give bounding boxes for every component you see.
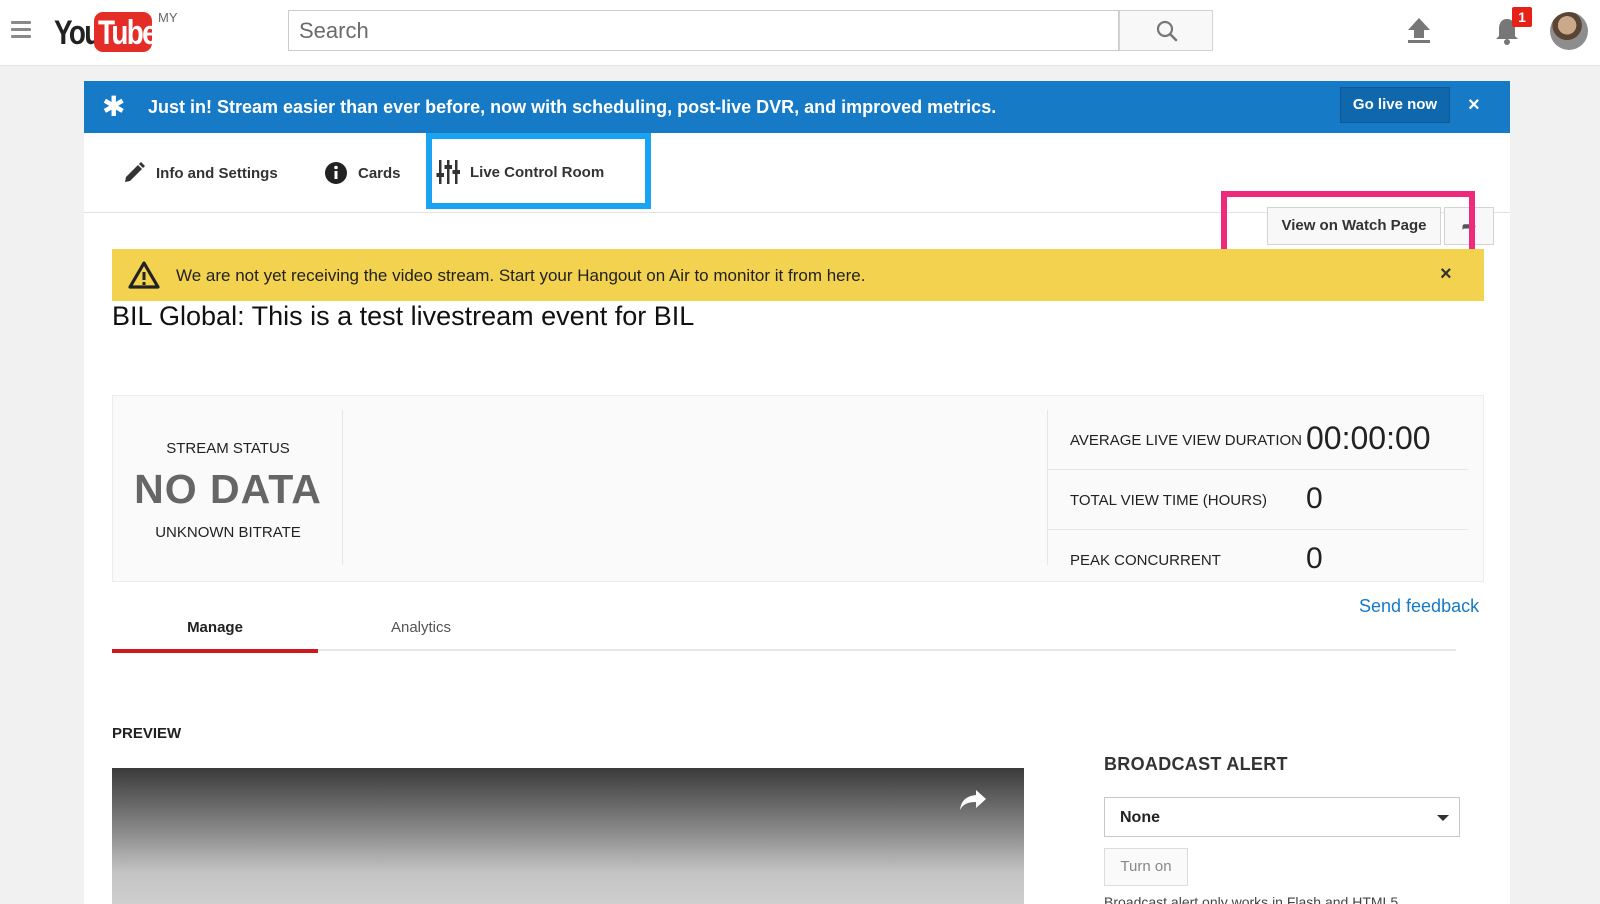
broadcast-alert-select[interactable]: None — [1104, 797, 1460, 837]
tab-info-label: Info and Settings — [156, 164, 278, 182]
stream-warning-bar: We are not yet receiving the video strea… — [112, 249, 1484, 301]
stream-metrics: AVERAGE LIVE VIEW DURATION 00:00:00 TOTA… — [1047, 410, 1468, 575]
search-button[interactable] — [1119, 10, 1213, 51]
metric-value: 00:00:00 — [1306, 420, 1431, 456]
stream-status-block: STREAM STATUS NO DATA UNKNOWN BITRATE — [113, 410, 343, 565]
tab-cards-label: Cards — [358, 164, 401, 182]
stream-stats-panel: STREAM STATUS NO DATA UNKNOWN BITRATE AV… — [112, 395, 1484, 582]
metric-total-view-time: TOTAL VIEW TIME (HOURS) 0 — [1048, 470, 1468, 530]
logo-tube-text: Tube — [98, 14, 158, 52]
broadcast-alert-title: BROADCAST ALERT — [1104, 754, 1288, 774]
pencil-icon — [125, 162, 145, 182]
broadcast-alert-note: Broadcast alert only works in Flash and … — [1104, 894, 1399, 904]
promo-banner: ✱ Just in! Stream easier than ever befor… — [84, 81, 1510, 133]
star-icon: ✱ — [102, 91, 126, 122]
tab-info-and-settings[interactable]: Info and Settings — [122, 161, 278, 185]
editor-tabs: Info and Settings Cards Live Control Roo… — [84, 133, 1510, 275]
go-live-now-button[interactable]: Go live now — [1340, 87, 1450, 123]
warning-text: We are not yet receiving the video strea… — [176, 266, 866, 285]
metric-avg-view-duration: AVERAGE LIVE VIEW DURATION 00:00:00 — [1048, 410, 1468, 470]
metric-label: AVERAGE LIVE VIEW DURATION — [1070, 432, 1302, 449]
warning-triangle-icon — [128, 261, 160, 289]
metric-value: 0 — [1306, 482, 1323, 515]
preview-video-player[interactable] — [112, 768, 1024, 904]
region-code: MY — [158, 10, 178, 25]
live-control-card: ✱ Just in! Stream easier than ever befor… — [84, 81, 1510, 904]
metric-label: PEAK CONCURRENT — [1070, 552, 1221, 569]
turn-on-button[interactable]: Turn on — [1104, 848, 1188, 886]
share-icon[interactable] — [958, 788, 988, 812]
upload-icon[interactable] — [1406, 16, 1432, 49]
bitrate-label: UNKNOWN BITRATE — [155, 524, 301, 541]
chevron-down-icon — [1437, 815, 1449, 821]
search-icon — [1156, 20, 1178, 42]
tab-cards[interactable]: Cards — [324, 161, 401, 185]
highlight-box-blue — [426, 133, 651, 209]
stream-status-value: NO DATA — [134, 466, 322, 512]
event-title: BIL Global: This is a test livestream ev… — [112, 301, 695, 331]
notification-count-badge: 1 — [1512, 7, 1532, 27]
promo-text: Just in! Stream easier than ever before,… — [148, 97, 997, 117]
metric-value: 0 — [1306, 542, 1323, 575]
broadcast-alert-selected: None — [1120, 809, 1160, 826]
user-avatar[interactable] — [1550, 12, 1588, 50]
logo-you-text: You — [54, 14, 101, 52]
metric-peak-concurrent: PEAK CONCURRENT 0 — [1048, 530, 1468, 590]
search-input[interactable] — [289, 11, 1118, 50]
preview-label: PREVIEW — [112, 725, 182, 742]
masthead: You Tube MY 1 — [0, 0, 1600, 66]
hamburger-menu-icon[interactable] — [11, 21, 31, 39]
tab-analytics[interactable]: Analytics — [318, 619, 524, 653]
search-box — [288, 10, 1119, 51]
tab-manage[interactable]: Manage — [112, 619, 318, 653]
manage-analytics-tabs: Manage Analytics — [112, 609, 1456, 653]
stream-status-label: STREAM STATUS — [166, 440, 290, 457]
warning-close-icon[interactable]: × — [1440, 263, 1452, 286]
info-icon — [325, 162, 347, 184]
promo-close-icon[interactable]: × — [1468, 94, 1480, 117]
metric-label: TOTAL VIEW TIME (HOURS) — [1070, 492, 1267, 509]
